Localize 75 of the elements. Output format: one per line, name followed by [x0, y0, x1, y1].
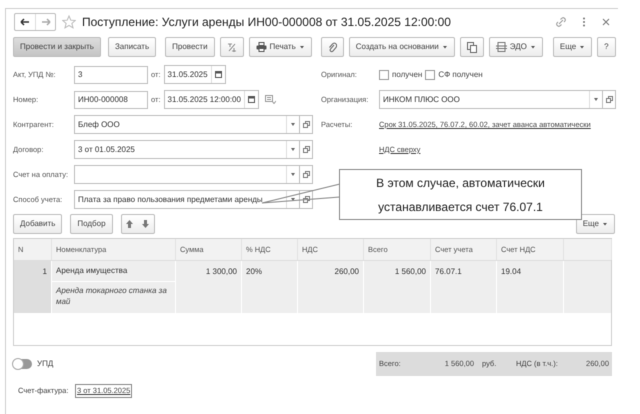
dropdown-icon	[291, 148, 295, 151]
down-arrow-icon	[142, 220, 150, 228]
calendar-icon	[248, 96, 255, 103]
open-window-icon	[606, 96, 612, 103]
link-icon	[556, 17, 566, 27]
history-icon	[264, 95, 276, 104]
debit-credit-button[interactable]	[220, 37, 244, 57]
table-cell: 1	[14, 261, 52, 313]
calendar-icon	[214, 71, 222, 78]
paperclip-icon	[328, 42, 337, 52]
checkbox-label: получен	[392, 68, 422, 80]
close-icon	[602, 18, 610, 26]
table-cell: Аренда имущества	[52, 261, 175, 282]
date-field[interactable]: 31.05.2025	[164, 65, 226, 84]
create-based-on-button[interactable]: Создать на основании	[348, 37, 455, 57]
select-field[interactable]: 3 от 01.05.2025	[74, 140, 300, 159]
open-button[interactable]	[603, 90, 616, 109]
checkbox[interactable]	[425, 70, 436, 80]
table-cell: 19.04	[497, 261, 564, 313]
open-window-icon	[302, 146, 310, 153]
open-window-icon	[302, 171, 310, 178]
document-exchange-icon	[496, 42, 507, 52]
save-button[interactable]: Записать	[108, 37, 156, 57]
caret-icon	[579, 44, 586, 50]
open-button[interactable]	[300, 140, 313, 159]
table-cell: 1 560,00	[364, 261, 431, 313]
more-button[interactable]: Еще	[576, 214, 615, 234]
back-arrow-icon	[20, 18, 30, 26]
table-cell: 20%	[242, 261, 298, 313]
dropdown-icon	[594, 98, 598, 101]
table-cell: 76.07.1	[431, 261, 497, 313]
dropdown-icon	[291, 198, 295, 201]
debit-credit-icon	[226, 42, 237, 52]
dropdown-icon	[291, 173, 295, 176]
checkbox[interactable]	[379, 70, 389, 80]
structure-button[interactable]	[460, 37, 484, 57]
select-field[interactable]: ИНКОМ ПЛЮС ООО	[379, 90, 603, 109]
number-field[interactable]: ИН00-000008	[74, 90, 148, 108]
open-window-icon	[302, 121, 310, 128]
post-and-close-button[interactable]: Провести и закрыть	[13, 37, 101, 57]
up-arrow-icon	[126, 220, 134, 228]
print-button[interactable]: Печать	[248, 37, 312, 57]
attach-button[interactable]	[320, 37, 344, 57]
comment-text: Аренда токарного станка за май	[54, 285, 168, 307]
window-title: Поступление: Услуги аренды ИН00-000008 от 31.05.2025 12:00:00	[82, 14, 451, 31]
post-button[interactable]: Провести	[165, 37, 215, 57]
open-button[interactable]	[300, 165, 313, 184]
caret-icon	[442, 44, 448, 50]
dropdown-icon	[291, 123, 295, 126]
edo-button[interactable]: ЭДО	[488, 37, 543, 57]
document-structure-icon	[466, 42, 477, 52]
table-cell: 260,00	[298, 261, 364, 313]
printer-icon	[256, 42, 267, 52]
callout-text: В этом случае, автоматически устанавливается счет 76.07.1	[339, 169, 582, 220]
caret-icon	[602, 222, 608, 226]
number-field[interactable]: 3	[74, 66, 148, 84]
date-field[interactable]: 31.05.2025 12:00:00	[164, 90, 259, 109]
pick-button[interactable]: Подбор	[70, 214, 113, 234]
star-icon	[62, 15, 76, 29]
forward-arrow-icon	[40, 18, 50, 26]
more-button[interactable]: Еще	[552, 37, 592, 57]
caret-icon	[298, 44, 305, 50]
select-field[interactable]: Блеф ООО	[74, 115, 300, 134]
help-button[interactable]: ?	[597, 37, 616, 57]
toggle-label: УПД	[37, 358, 54, 370]
caret-icon	[530, 44, 536, 50]
select-field[interactable]	[74, 165, 300, 184]
table-cell: 1 300,00	[176, 261, 242, 313]
more-icon	[582, 17, 586, 27]
checkbox-label: СФ получен	[438, 68, 483, 80]
toggle-switch[interactable]	[13, 359, 32, 369]
open-button[interactable]	[300, 115, 313, 134]
select-field[interactable]: Плата за право пользования предметами аренды	[74, 190, 300, 209]
add-button[interactable]: Добавить	[13, 214, 62, 234]
open-window-icon	[302, 196, 310, 203]
